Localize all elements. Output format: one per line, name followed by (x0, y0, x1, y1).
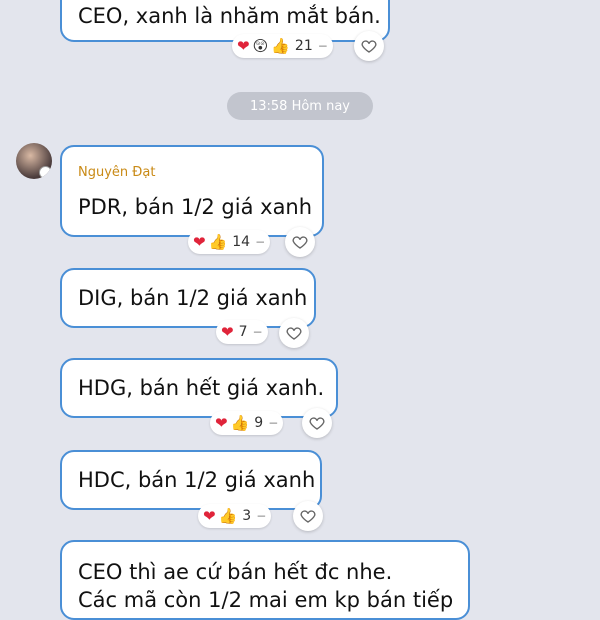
like-button[interactable] (279, 318, 309, 348)
reaction-bar[interactable]: ❤ 👍 3 − (198, 504, 272, 528)
message-bubble-hdc[interactable]: HDC, bán 1/2 giá xanh (60, 450, 322, 510)
heart-outline-icon (300, 510, 316, 523)
message-bubble-hdg[interactable]: HDG, bán hết giá xanh. (60, 358, 338, 418)
reaction-count: 14 (232, 234, 251, 250)
message-text-line1: CEO thì ae cứ bán hết đc nhe. (78, 560, 393, 584)
avatar-badge-icon (39, 166, 52, 179)
divider-icon: − (268, 416, 279, 430)
thumbs-up-icon: 👍 (271, 36, 290, 55)
thumbs-up-icon: 👍 (208, 232, 228, 251)
message-text: HDG, bán hết giá xanh. (78, 376, 325, 400)
heart-outline-icon (361, 40, 377, 53)
avatar[interactable] (16, 143, 52, 179)
reaction-bar[interactable]: ❤ 👍 9 − (210, 411, 284, 435)
divider-icon: − (252, 325, 263, 339)
message-text: PDR, bán 1/2 giá xanh (78, 195, 313, 219)
heart-icon: ❤ (203, 506, 216, 525)
message-text: HDC, bán 1/2 giá xanh (78, 468, 316, 492)
heart-icon: ❤ (215, 413, 228, 432)
heart-outline-icon (309, 417, 325, 430)
divider-icon: − (317, 39, 328, 53)
reaction-count: 7 (238, 324, 248, 340)
message-bubble-ceo[interactable]: CEO, xanh là nhăm mắt bán. (60, 0, 390, 42)
time-divider: 13:58 Hôm nay (227, 92, 373, 120)
divider-icon: − (256, 509, 267, 523)
message-bubble-dig[interactable]: DIG, bán 1/2 giá xanh (60, 268, 316, 328)
reaction-bar[interactable]: ❤ 7 − (216, 320, 268, 344)
message-text: CEO, xanh là nhăm mắt bán. (78, 4, 381, 28)
heart-icon: ❤ (221, 322, 234, 341)
reaction-bar[interactable]: ❤ 😲 👍 21 − (232, 34, 333, 58)
like-button[interactable] (302, 408, 332, 438)
thumbs-up-icon: 👍 (230, 413, 250, 432)
like-button[interactable] (354, 31, 384, 61)
heart-outline-icon (286, 327, 302, 340)
like-button[interactable] (293, 501, 323, 531)
heart-icon: ❤ (193, 232, 206, 251)
divider-icon: − (255, 235, 266, 249)
heart-icon: ❤ (237, 36, 250, 55)
reaction-bar[interactable]: ❤ 👍 14 − (188, 230, 271, 254)
message-bubble-last[interactable]: CEO thì ae cứ bán hết đc nhe. Các mã còn… (60, 540, 470, 620)
reaction-count: 9 (254, 415, 264, 431)
reaction-count: 3 (242, 508, 252, 524)
message-text: DIG, bán 1/2 giá xanh (78, 286, 308, 310)
like-button[interactable] (285, 227, 315, 257)
heart-outline-icon (292, 236, 308, 249)
message-text-line2: Các mã còn 1/2 mai em kp bán tiếp (78, 588, 454, 612)
message-bubble-pdr[interactable]: Nguyên Đạt PDR, bán 1/2 giá xanh (60, 145, 324, 237)
reaction-count: 21 (294, 38, 313, 54)
thumbs-up-icon: 👍 (218, 506, 238, 525)
sender-name: Nguyên Đạt (78, 165, 156, 180)
surprised-face-icon: 😲 (252, 36, 269, 55)
